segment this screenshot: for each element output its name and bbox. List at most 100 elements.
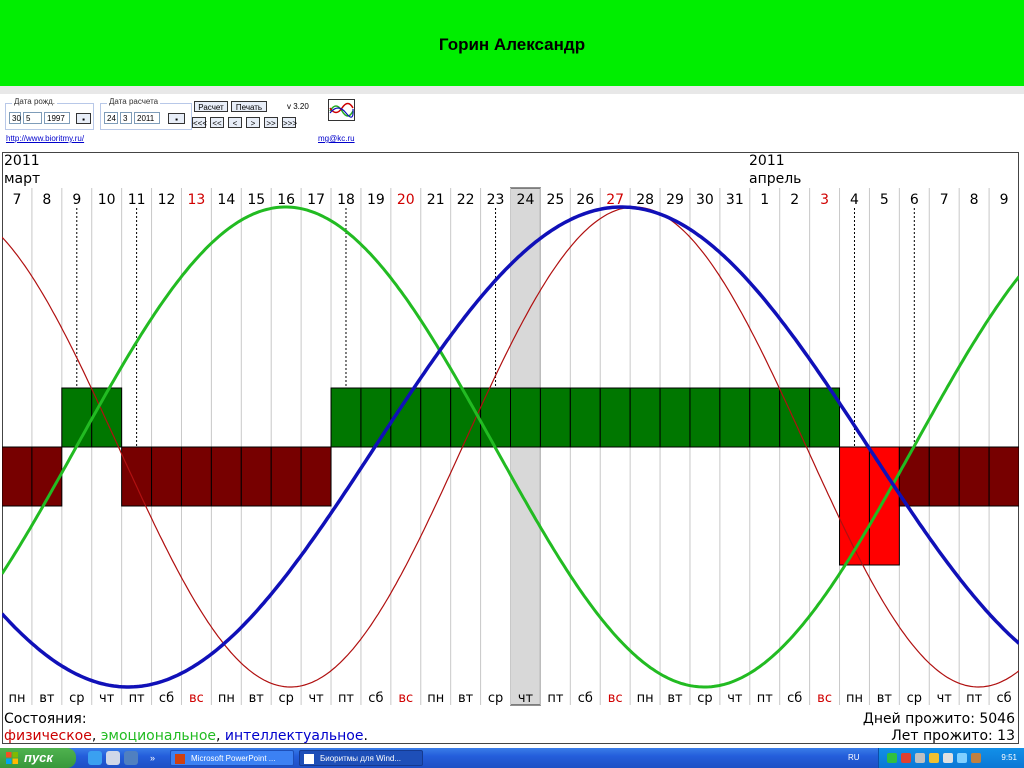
day-number-label: 11 <box>128 192 146 208</box>
state-bar <box>779 387 811 448</box>
weekday-label: пн <box>637 691 654 706</box>
state-bar <box>629 387 661 448</box>
day-number-label: 4 <box>850 192 859 208</box>
day-number-label: 2 <box>790 192 799 208</box>
birth-year-field[interactable]: 1997 <box>44 112 70 124</box>
state-bar <box>330 387 362 448</box>
day-number-label: 18 <box>337 192 355 208</box>
day-number-label: 19 <box>367 192 385 208</box>
update-tray-icon[interactable] <box>929 753 939 763</box>
birth-date-picker-button[interactable]: ▪ <box>76 113 91 124</box>
network-tray-icon[interactable] <box>887 753 897 763</box>
calc-button[interactable]: Расчет <box>194 101 228 112</box>
weekday-label: вс <box>608 691 623 706</box>
display-tray-icon[interactable] <box>915 753 925 763</box>
birth-date-label: Дата рожд. <box>12 97 57 106</box>
day-number-label: 22 <box>457 192 475 208</box>
task-powerpoint[interactable]: Microsoft PowerPoint ... <box>170 750 294 766</box>
state-bar <box>719 387 751 448</box>
weekday-label: вт <box>39 691 55 706</box>
birth-date-group: Дата рожд. 30 5 1997 ▪ <box>5 97 94 130</box>
volume-tray-icon[interactable] <box>943 753 953 763</box>
day-number-label: 9 <box>72 192 81 208</box>
user-tray-icon[interactable] <box>971 753 981 763</box>
state-bar <box>420 387 452 448</box>
weekday-label: пт <box>129 691 145 706</box>
desktop-quicklaunch-icon[interactable] <box>106 751 120 765</box>
birth-month-field[interactable]: 5 <box>23 112 42 124</box>
weekday-label: чт <box>518 691 534 706</box>
powerpoint-icon <box>175 754 185 764</box>
state-bar <box>689 387 721 448</box>
state-bar <box>659 387 691 448</box>
start-button[interactable]: пуск <box>0 748 76 768</box>
site-link[interactable]: http://www.bioritmy.ru/ <box>6 134 84 143</box>
biorhythm-logo-icon[interactable] <box>328 99 355 121</box>
weekday-label: вт <box>877 691 893 706</box>
weekday-label: сб <box>787 691 802 706</box>
media-quicklaunch-icon[interactable] <box>124 751 138 765</box>
calc-date-picker-button[interactable]: ▪ <box>168 113 185 124</box>
day-number-label: 21 <box>427 192 445 208</box>
day-number-label: 28 <box>636 192 654 208</box>
task-biorhythms-label: Биоритмы для Wind... <box>320 754 402 763</box>
system-tray: 9:51 <box>878 748 1024 768</box>
state-bar <box>988 446 1019 507</box>
state-bar <box>91 387 123 448</box>
task-powerpoint-label: Microsoft PowerPoint ... <box>191 754 276 763</box>
weekday-label: пт <box>966 691 982 706</box>
day-number-label: 12 <box>158 192 176 208</box>
state-bar <box>510 387 541 448</box>
day-number-label: 26 <box>576 192 594 208</box>
day-number-label: 23 <box>487 192 505 208</box>
browser-quicklaunch-icon[interactable] <box>88 751 102 765</box>
security-tray-icon[interactable] <box>901 753 911 763</box>
nav-forward-year-button[interactable]: >>> <box>282 117 297 128</box>
weekday-label: пн <box>218 691 235 706</box>
nav-back-day-button[interactable]: < <box>228 117 242 128</box>
toolbar: Дата рожд. 30 5 1997 ▪ Дата расчета 24 3… <box>0 94 1024 150</box>
day-number-label: 14 <box>217 192 235 208</box>
calc-day-field[interactable]: 24 <box>104 112 118 124</box>
nav-forward-day-button[interactable]: > <box>246 117 260 128</box>
weekday-label: вс <box>398 691 413 706</box>
nav-back-year-button[interactable]: <<< <box>192 117 207 128</box>
day-number-label: 17 <box>307 192 325 208</box>
biorhythm-app-icon <box>304 754 314 764</box>
weekday-label: вс <box>817 691 832 706</box>
calc-year-field[interactable]: 2011 <box>134 112 160 124</box>
day-number-label: 29 <box>666 192 684 208</box>
email-link[interactable]: mg@kc.ru <box>318 134 355 143</box>
nav-back-month-button[interactable]: << <box>210 117 224 128</box>
quicklaunch-more-icon[interactable]: » <box>150 748 155 768</box>
header-banner: Горин Александр <box>0 0 1024 86</box>
month-left-label: март <box>4 171 40 187</box>
page-title: Горин Александр <box>438 35 586 54</box>
legend-item: , <box>92 728 101 744</box>
state-bar <box>61 387 93 448</box>
windows-flag-icon <box>6 752 18 764</box>
weekday-label: сб <box>578 691 593 706</box>
print-button[interactable]: Печать <box>231 101 267 112</box>
start-label: пуск <box>24 750 53 765</box>
connection-tray-icon[interactable] <box>957 753 967 763</box>
day-number-label: 6 <box>910 192 919 208</box>
year-left-label: 2011 <box>4 153 40 169</box>
nav-forward-month-button[interactable]: >> <box>264 117 278 128</box>
birth-day-field[interactable]: 30 <box>9 112 21 124</box>
clock[interactable]: 9:51 <box>1001 748 1017 768</box>
state-bar <box>151 446 182 507</box>
years-lived-label: Лет прожито: 13 <box>891 728 1015 744</box>
calc-month-field[interactable]: 3 <box>120 112 132 124</box>
task-biorhythms[interactable]: Биоритмы для Wind... <box>299 750 423 766</box>
weekday-label: пн <box>427 691 444 706</box>
day-number-label: 9 <box>1000 192 1009 208</box>
legend-label: Состояния: <box>4 711 87 727</box>
days-lived-label: Дней прожито: 5046 <box>863 711 1015 727</box>
state-bar <box>180 446 212 507</box>
state-bar <box>121 446 153 507</box>
calc-date-group: Дата расчета 24 3 2011 ▪ <box>100 97 192 130</box>
day-number-label: 8 <box>42 192 51 208</box>
day-number-label: 3 <box>820 192 829 208</box>
language-indicator[interactable]: RU <box>848 748 860 768</box>
